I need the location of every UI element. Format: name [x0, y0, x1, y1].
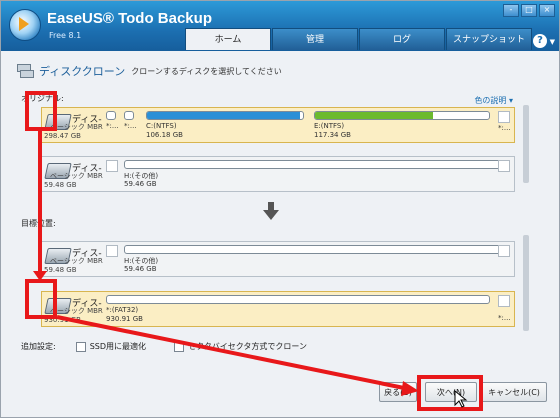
partition-h[interactable]: H:(その他) 59.46 GB: [124, 245, 508, 275]
partition-bar: [106, 295, 490, 304]
color-legend-link[interactable]: 色の説明 ▾: [474, 95, 513, 106]
partition-label: C:(NTFS): [146, 122, 177, 130]
annotation-line-to-next: [56, 315, 410, 391]
help-icon[interactable]: ?: [533, 34, 547, 48]
source-disk-2[interactable]: ディス- ベーシック MBR 59.48 GB H:(その他) 59.46 GB: [41, 156, 515, 192]
partition-size: 930.91 GB: [106, 315, 143, 323]
tab-home[interactable]: ホーム: [185, 28, 271, 50]
partition-end-icon: [498, 160, 510, 172]
partition-end-icon: [498, 111, 510, 123]
sector-by-sector-checkbox[interactable]: [174, 341, 185, 352]
minimize-button[interactable]: -: [503, 4, 519, 17]
target-scrollbar[interactable]: [523, 235, 529, 331]
partition-bar: [314, 111, 490, 120]
disk-type: ベーシック MBR: [50, 257, 103, 265]
partition-size: 59.46 GB: [124, 265, 157, 273]
partition-fill: [315, 112, 434, 119]
partition-e[interactable]: E:(NTFS) 117.34 GB: [314, 111, 490, 141]
source-disk-1[interactable]: ディス- ベーシック MBR 298.47 GB *:... *:... C:(…: [41, 107, 515, 143]
partition-size: 59.46 GB: [124, 180, 157, 188]
trailing-partition-label: *:...: [498, 124, 511, 132]
cancel-button[interactable]: キャンセル(C): [481, 382, 547, 402]
title-bar: EaseUS® Todo Backup Free 8.1 - □ × ホーム 管…: [1, 1, 559, 51]
disk-size: 59.48 GB: [44, 266, 77, 274]
disk-clone-icon: [17, 64, 34, 78]
partition-label: *:(FAT32): [106, 306, 139, 314]
next-button-highlight: [417, 375, 483, 411]
sector-by-sector-label: セクタバイセクタ方式でクローン: [188, 342, 307, 351]
maximize-button[interactable]: □: [521, 4, 537, 17]
partition-bar: [124, 245, 508, 254]
trailing-partition-label: *:...: [498, 314, 511, 322]
tab-snapshot[interactable]: スナップショット: [446, 28, 532, 50]
disk-type: ベーシック MBR: [50, 172, 103, 180]
partition-size: 117.34 GB: [314, 131, 351, 139]
disk-size: 59.48 GB: [44, 181, 77, 189]
source-scrollbar[interactable]: [523, 105, 529, 183]
partition-end-icon: [498, 295, 510, 307]
disk-type: ベーシック MBR: [50, 307, 103, 315]
partition-label: *:...: [124, 122, 137, 130]
easeus-logo-icon: [9, 9, 41, 41]
app-window: EaseUS® Todo Backup Free 8.1 - □ × ホーム 管…: [0, 0, 560, 418]
partition-1[interactable]: *:...: [106, 111, 119, 141]
partition-label: *:...: [106, 122, 119, 130]
target-disk-1[interactable]: ディス- ベーシック MBR 59.48 GB H:(その他) 59.46 GB: [41, 241, 515, 277]
partition-label: E:(NTFS): [314, 122, 345, 130]
page-title: ディスククローン: [39, 65, 126, 78]
partition-fill: [147, 112, 300, 119]
ssd-optimize-label: SSD用に最適化: [89, 342, 147, 351]
target-disk-2[interactable]: ディス- ベーシック MBR 930.91 GB *:(FAT32) 930.9…: [41, 291, 515, 327]
partition-size: 106.18 GB: [146, 131, 183, 139]
close-button[interactable]: ×: [539, 4, 555, 17]
source-disk-highlight: [25, 91, 57, 131]
partition-bar: [124, 111, 134, 120]
app-edition: Free 8.1: [49, 31, 82, 40]
partition-h[interactable]: H:(その他) 59.46 GB: [124, 160, 508, 190]
partition-c[interactable]: C:(NTFS) 106.18 GB: [146, 111, 304, 141]
annotation-line: [38, 131, 42, 277]
partition-fat32[interactable]: *:(FAT32) 930.91 GB: [106, 295, 490, 325]
partition-end-icon: [498, 245, 510, 257]
disk-size: 298.47 GB: [44, 132, 81, 140]
partition-bar: [146, 111, 304, 120]
arrow-down-head-icon: [263, 210, 279, 220]
tab-log[interactable]: ログ: [359, 28, 445, 50]
chevron-down-icon[interactable]: ▼: [550, 38, 555, 46]
disk-type: ベーシック MBR: [50, 123, 103, 131]
partition-bar: [124, 160, 508, 169]
partition-start-icon: [106, 160, 118, 172]
partition-bar: [106, 111, 116, 120]
partition-2[interactable]: *:...: [124, 111, 137, 141]
back-button[interactable]: 戻る(B): [379, 382, 417, 402]
ssd-optimize-checkbox[interactable]: [75, 341, 86, 352]
app-title: EaseUS® Todo Backup: [47, 10, 212, 27]
partition-start-icon: [106, 245, 118, 257]
tab-manage[interactable]: 管理: [272, 28, 358, 50]
target-disk-highlight: [25, 279, 57, 319]
options-label: 追加設定:: [21, 342, 56, 351]
page-subtitle: クローンするディスクを選択してください: [131, 66, 282, 76]
